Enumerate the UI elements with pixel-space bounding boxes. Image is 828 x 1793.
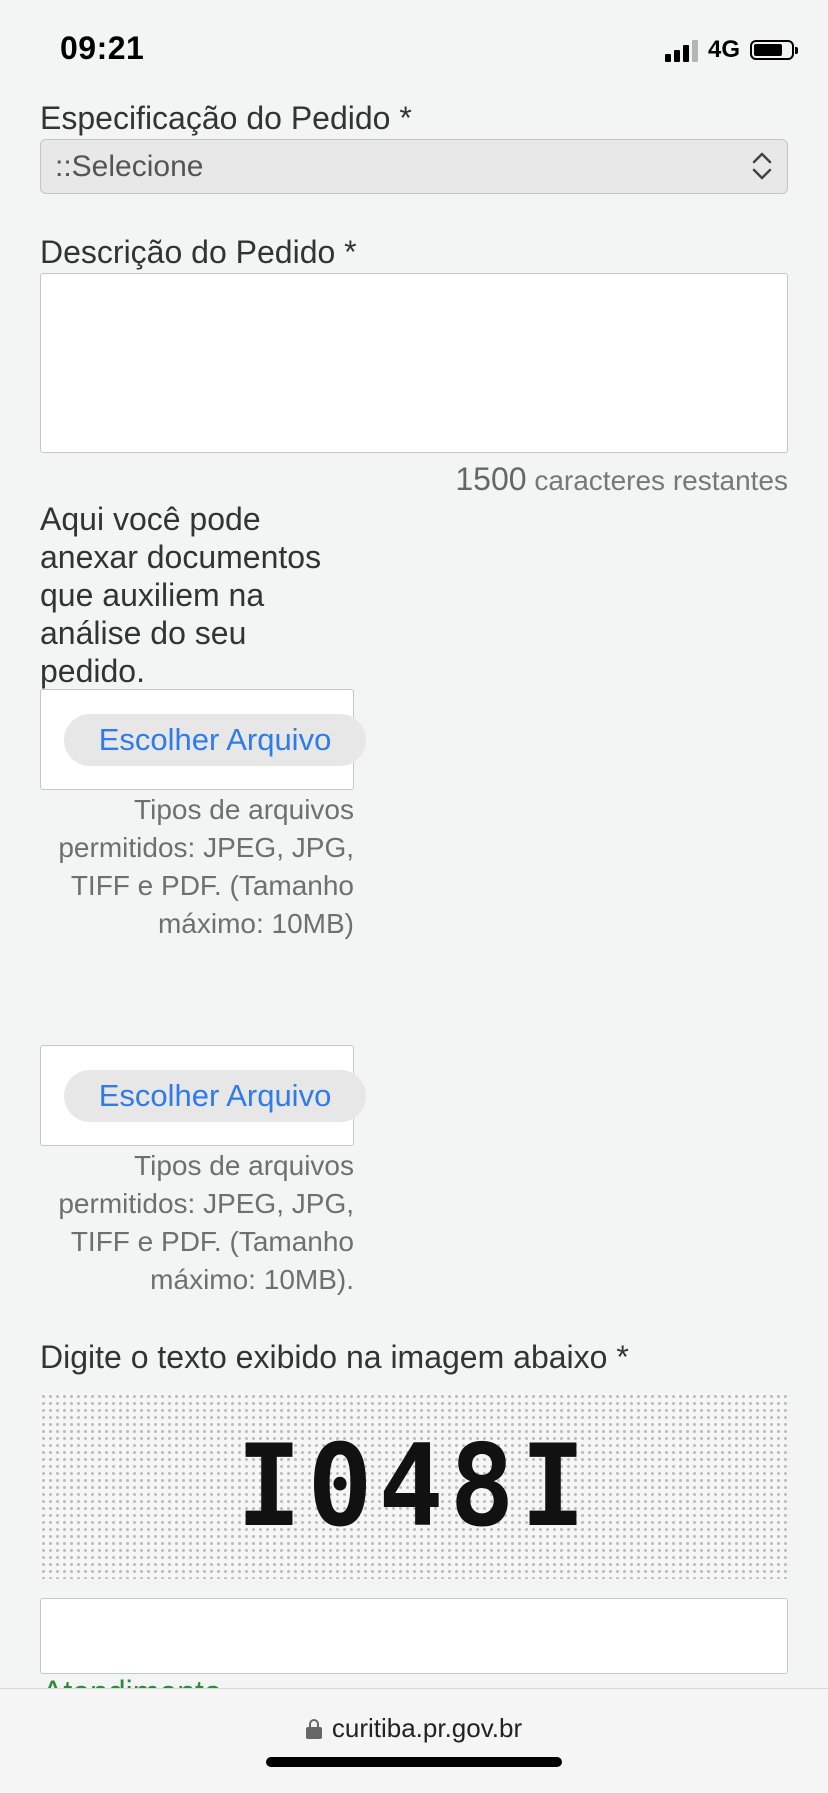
- captcha-image: I048I: [40, 1393, 788, 1579]
- battery-icon: [750, 40, 798, 60]
- status-time: 09:21: [60, 30, 145, 66]
- attach-help-text: Aqui você pode anexar documentos que aux…: [40, 501, 322, 689]
- captcha-input[interactable]: [40, 1598, 788, 1674]
- home-indicator: [266, 1757, 562, 1767]
- spec-select[interactable]: ::Selecione: [40, 139, 788, 194]
- file-input-1: Escolher Arquivo: [40, 689, 366, 790]
- captcha-label: Digite o texto exibido na imagem abaixo …: [40, 1339, 629, 1375]
- char-counter: 1500 caracteres restantes: [455, 461, 788, 498]
- file-hint-2: Tipos de arquivos permitidos: JPEG, JPG,…: [58, 1150, 354, 1295]
- lock-icon: [305, 1718, 322, 1739]
- url-bar[interactable]: curitiba.pr.gov.br: [0, 1713, 828, 1744]
- browser-bottom-bar: curitiba.pr.gov.br: [0, 1688, 828, 1793]
- network-label: 4G: [707, 36, 740, 63]
- url-text: curitiba.pr.gov.br: [331, 1713, 523, 1743]
- chevron-up-down-icon: [752, 152, 772, 180]
- file-input-2: Escolher Arquivo: [40, 1045, 366, 1146]
- spec-select-value: ::Selecione: [55, 149, 204, 183]
- desc-textarea[interactable]: [40, 273, 788, 453]
- status-bar: 09:21 4G: [0, 0, 828, 96]
- choose-file-button-1[interactable]: Escolher Arquivo: [64, 714, 366, 766]
- spec-label: Especificação do Pedido *: [40, 100, 412, 136]
- signal-icon: [664, 38, 698, 62]
- choose-file-button-2[interactable]: Escolher Arquivo: [64, 1070, 366, 1122]
- captcha-text: I048I: [236, 1420, 592, 1552]
- char-count-suffix: caracteres restantes: [526, 465, 788, 496]
- status-icons: 4G: [664, 34, 798, 66]
- char-count-number: 1500: [455, 461, 527, 497]
- desc-label: Descrição do Pedido *: [40, 234, 357, 270]
- file-hint-1: Tipos de arquivos permitidos: JPEG, JPG,…: [58, 794, 354, 939]
